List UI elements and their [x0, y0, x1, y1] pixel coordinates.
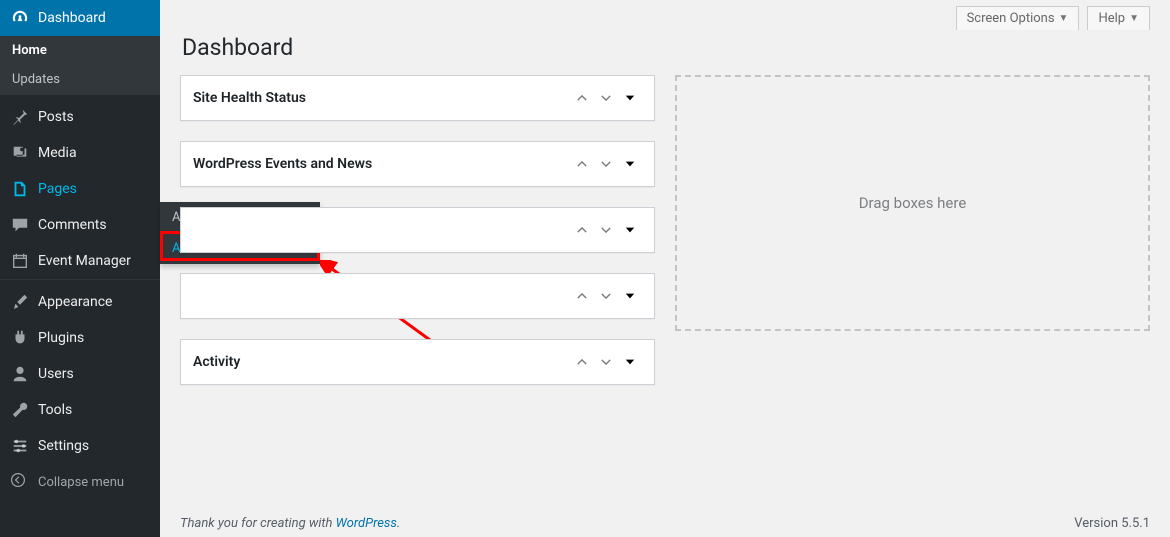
sidebar-item-label: Dashboard	[38, 10, 106, 26]
dropzone-label: Drag boxes here	[859, 194, 967, 212]
comments-icon	[10, 215, 30, 235]
plug-icon	[10, 328, 30, 348]
widget-move-down-button[interactable]	[594, 284, 618, 308]
chevron-down-icon: ▼	[1059, 13, 1069, 24]
dashboard-column-2: Drag boxes here	[675, 75, 1150, 405]
widget-dropzone[interactable]: Drag boxes here	[675, 75, 1150, 331]
widget-toggle-button[interactable]	[618, 86, 642, 110]
collapse-menu-button[interactable]: Collapse menu	[0, 464, 160, 500]
help-label: Help	[1098, 11, 1125, 26]
chevron-down-icon: ▼	[1129, 13, 1139, 24]
sidebar-item-settings[interactable]: Settings	[0, 428, 160, 464]
user-icon	[10, 364, 30, 384]
calendar-icon	[10, 251, 30, 271]
sidebar-item-label: Appearance	[38, 294, 112, 310]
sidebar-item-label: Users	[38, 366, 74, 382]
sidebar-subitem-home[interactable]: Home	[0, 36, 160, 65]
sidebar-item-label: Comments	[38, 217, 107, 233]
widget-move-down-button[interactable]	[594, 218, 618, 242]
sidebar-item-label: Event Manager	[38, 253, 131, 269]
sidebar-item-label: Media	[38, 145, 77, 161]
dashboard-icon	[10, 8, 30, 28]
widget-collapsed-1	[180, 207, 655, 253]
widget-move-down-button[interactable]	[594, 86, 618, 110]
widget-activity: Activity	[180, 339, 655, 385]
help-button[interactable]: Help ▼	[1087, 6, 1150, 30]
dashboard-column-1: Site Health Status WordPress Events and …	[180, 75, 655, 405]
widget-move-up-button[interactable]	[570, 218, 594, 242]
widget-move-up-button[interactable]	[570, 152, 594, 176]
dashboard-widgets: Site Health Status WordPress Events and …	[180, 75, 1150, 405]
widget-collapsed-2	[180, 273, 655, 319]
widget-toggle-button[interactable]	[618, 152, 642, 176]
widget-title: Site Health Status	[193, 90, 570, 106]
main-content: Screen Options ▼ Help ▼ Dashboard Site H…	[160, 0, 1170, 537]
sidebar-item-label: Settings	[38, 438, 89, 454]
page-title: Dashboard	[182, 34, 1150, 61]
sidebar-item-pages[interactable]: Pages	[0, 171, 160, 207]
sidebar-item-label: Pages	[38, 181, 77, 197]
sidebar-item-appearance[interactable]: Appearance	[0, 284, 160, 320]
widget-toggle-button[interactable]	[618, 218, 642, 242]
screen-options-label: Screen Options	[967, 11, 1055, 26]
admin-sidebar: Dashboard Home Updates Posts Media Pages…	[0, 0, 160, 537]
sidebar-item-users[interactable]: Users	[0, 356, 160, 392]
sidebar-item-event-manager[interactable]: Event Manager	[0, 243, 160, 279]
widget-wp-events-news: WordPress Events and News	[180, 141, 655, 187]
media-icon	[10, 143, 30, 163]
sliders-icon	[10, 436, 30, 456]
sidebar-item-plugins[interactable]: Plugins	[0, 320, 160, 356]
widget-move-up-button[interactable]	[570, 284, 594, 308]
sidebar-item-media[interactable]: Media	[0, 135, 160, 171]
admin-footer: Thank you for creating with WordPress. V…	[180, 516, 1150, 531]
widget-toggle-button[interactable]	[618, 350, 642, 374]
widget-site-health: Site Health Status	[180, 75, 655, 121]
widget-move-down-button[interactable]	[594, 350, 618, 374]
wrench-icon	[10, 400, 30, 420]
brush-icon	[10, 292, 30, 312]
widget-move-down-button[interactable]	[594, 152, 618, 176]
sidebar-item-tools[interactable]: Tools	[0, 392, 160, 428]
widget-title: WordPress Events and News	[193, 156, 570, 172]
pages-icon	[10, 179, 30, 199]
sidebar-item-label: Posts	[38, 109, 74, 125]
sidebar-item-comments[interactable]: Comments	[0, 207, 160, 243]
widget-title: Activity	[193, 354, 570, 370]
screen-meta-toggles: Screen Options ▼ Help ▼	[180, 0, 1150, 30]
sidebar-item-label: Plugins	[38, 330, 84, 346]
widget-toggle-button[interactable]	[618, 284, 642, 308]
footer-thanks: Thank you for creating with WordPress.	[180, 516, 400, 531]
widget-move-up-button[interactable]	[570, 86, 594, 110]
sidebar-subitem-updates[interactable]: Updates	[0, 65, 160, 94]
footer-version: Version 5.5.1	[1074, 516, 1150, 531]
collapse-icon	[10, 472, 30, 492]
sidebar-submenu-dashboard: Home Updates	[0, 36, 160, 94]
sidebar-item-dashboard[interactable]: Dashboard	[0, 0, 160, 36]
sidebar-item-label: Tools	[38, 402, 72, 418]
sidebar-item-posts[interactable]: Posts	[0, 99, 160, 135]
collapse-menu-label: Collapse menu	[38, 475, 124, 490]
screen-options-button[interactable]: Screen Options ▼	[956, 6, 1080, 30]
wordpress-link[interactable]: WordPress	[336, 516, 397, 531]
pin-icon	[10, 107, 30, 127]
widget-move-up-button[interactable]	[570, 350, 594, 374]
